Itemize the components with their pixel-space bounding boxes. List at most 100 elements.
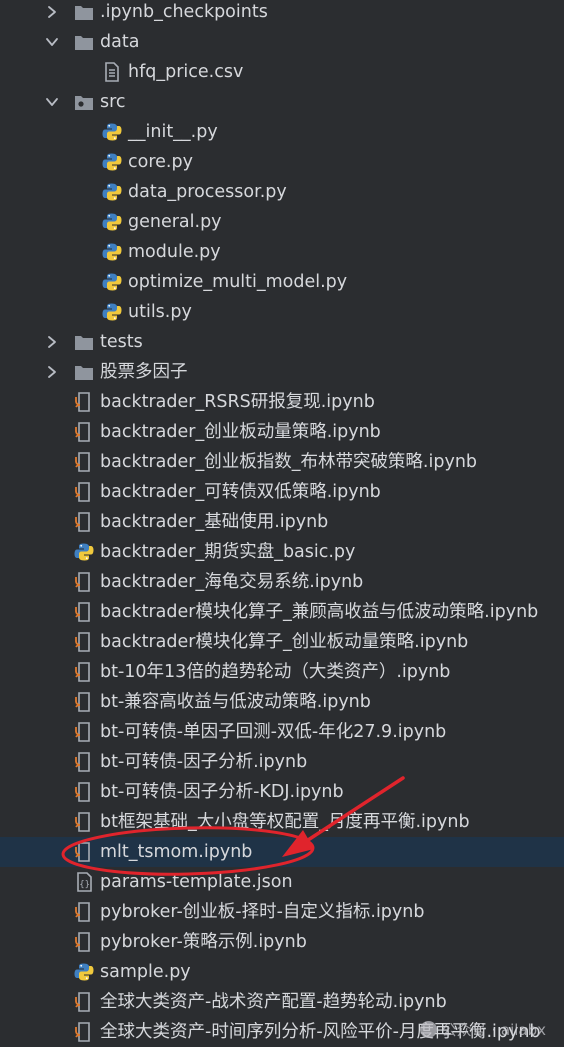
jupyter-notebook-icon [74,752,94,772]
tree-file-row[interactable]: pybroker-策略示例.ipynb [0,927,564,957]
tree-item-label: bt-可转债-因子分析.ipynb [100,752,308,772]
tree-folder-row[interactable]: data [0,27,564,57]
jupyter-notebook-icon [74,632,94,652]
jupyter-notebook-icon [74,992,94,1012]
python-file-icon [102,242,122,262]
wechat-icon [419,1021,437,1038]
python-file-icon [74,962,94,982]
tree-item-label: tests [100,332,143,352]
jupyter-notebook-icon [74,842,94,862]
jupyter-notebook-icon [74,722,94,742]
tree-file-row[interactable]: backtrader_可转债双低策略.ipynb [0,477,564,507]
tree-file-row[interactable]: backtrader_创业板动量策略.ipynb [0,417,564,447]
tree-file-row[interactable]: backtrader_海龟交易系统.ipynb [0,567,564,597]
tree-item-label: sample.py [100,962,191,982]
tree-item-label: bt-兼容高收益与低波动策略.ipynb [100,692,371,712]
tree-item-label: utils.py [128,302,192,322]
jupyter-notebook-icon [74,932,94,952]
tree-file-row[interactable]: pybroker-创业板-择时-自定义指标.ipynb [0,897,564,927]
tree-item-label: pybroker-策略示例.ipynb [100,932,307,952]
tree-item-label: data_processor.py [128,182,287,202]
svg-text:{}: {} [79,880,90,890]
text-file-icon [102,62,122,82]
chevron-down-icon[interactable] [44,94,60,110]
chevron-down-icon[interactable] [44,34,60,50]
tree-item-label: .ipynb_checkpoints [100,2,268,22]
tree-folder-row[interactable]: src [0,87,564,117]
tree-file-row[interactable]: backtrader模块化算子_兼顾高收益与低波动策略.ipynb [0,597,564,627]
tree-item-label: optimize_multi_model.py [128,272,348,292]
python-file-icon [74,542,94,562]
jupyter-notebook-icon [74,1022,94,1042]
tree-file-row[interactable]: sample.py [0,957,564,987]
tree-item-label: backtrader模块化算子_兼顾高收益与低波动策略.ipynb [100,602,539,622]
tree-file-row[interactable]: bt-可转债-因子分析.ipynb [0,747,564,777]
project-file-tree: .ipynb_checkpointsdata hfq_price.csvsrc __… [0,0,564,1046]
tree-file-row[interactable]: optimize_multi_model.py [0,267,564,297]
tree-file-row[interactable]: bt-可转债-单因子回测-双低-年化27.9.ipynb [0,717,564,747]
jupyter-notebook-icon [74,572,94,592]
python-file-icon [102,152,122,172]
tree-folder-row[interactable]: 股票多因子 [0,357,564,387]
tree-item-label: bt-可转债-因子分析-KDJ.ipynb [100,782,344,802]
tree-item-label: backtrader模块化算子_创业板动量策略.ipynb [100,632,469,652]
python-file-icon [102,212,122,232]
tree-file-row[interactable]: module.py [0,237,564,267]
python-file-icon [102,122,122,142]
tree-item-label: data [100,32,140,52]
tree-item-label: backtrader_期货实盘_basic.py [100,542,356,562]
jupyter-notebook-icon [74,812,94,832]
tree-file-row[interactable]: core.py [0,147,564,177]
jupyter-notebook-icon [74,692,94,712]
tree-item-label: backtrader_海龟交易系统.ipynb [100,572,364,592]
tree-file-row[interactable]: {} params-template.json [0,867,564,897]
jupyter-notebook-icon [74,512,94,532]
tree-file-row[interactable]: bt-10年13倍的趋势轮动（大类资产）.ipynb [0,657,564,687]
python-file-icon [102,182,122,202]
tree-file-row[interactable]: bt框架基础_大小盘等权配置_月度再平衡.ipynb [0,807,564,837]
tree-item-label: backtrader_可转债双低策略.ipynb [100,482,381,502]
tree-file-row[interactable]: 全球大类资产-战术资产配置-趋势轮动.ipynb [0,987,564,1017]
watermark: 公众号 · ailabx [419,1019,546,1040]
tree-item-label: __init__.py [128,122,218,142]
tree-item-label: module.py [128,242,221,262]
tree-file-row[interactable]: hfq_price.csv [0,57,564,87]
tree-file-row[interactable]: backtrader_创业板指数_布林带突破策略.ipynb [0,447,564,477]
tree-item-label: general.py [128,212,222,232]
jupyter-notebook-icon [74,602,94,622]
tree-file-row[interactable]: bt-可转债-因子分析-KDJ.ipynb [0,777,564,807]
tree-file-row[interactable]: data_processor.py [0,177,564,207]
jupyter-notebook-icon [74,392,94,412]
tree-folder-row[interactable]: tests [0,327,564,357]
folder-icon [74,32,94,52]
tree-item-label: backtrader_创业板动量策略.ipynb [100,422,381,442]
tree-file-row[interactable]: __init__.py [0,117,564,147]
chevron-right-icon[interactable] [44,4,60,20]
jupyter-notebook-icon [74,422,94,442]
folder-icon [74,2,94,22]
tree-file-row[interactable]: general.py [0,207,564,237]
tree-file-row[interactable]: backtrader_期货实盘_basic.py [0,537,564,567]
tree-item-label: backtrader_基础使用.ipynb [100,512,329,532]
tree-item-label: 全球大类资产-战术资产配置-趋势轮动.ipynb [100,992,447,1012]
tree-file-row[interactable]: backtrader_RSRS研报复现.ipynb [0,387,564,417]
tree-file-row[interactable]: mlt_tsmom.ipynb [0,837,564,867]
jupyter-notebook-icon [74,662,94,682]
tree-file-row[interactable]: utils.py [0,297,564,327]
tree-file-row[interactable]: backtrader模块化算子_创业板动量策略.ipynb [0,627,564,657]
tree-item-label: src [100,92,126,112]
jupyter-notebook-icon [74,452,94,472]
tree-file-row[interactable]: bt-兼容高收益与低波动策略.ipynb [0,687,564,717]
jupyter-notebook-icon [74,782,94,802]
tree-item-label: bt框架基础_大小盘等权配置_月度再平衡.ipynb [100,812,470,832]
python-file-icon [102,272,122,292]
folder-icon [74,332,94,352]
chevron-right-icon[interactable] [44,364,60,380]
python-file-icon [102,302,122,322]
tree-item-label: params-template.json [100,872,293,892]
tree-file-row[interactable]: backtrader_基础使用.ipynb [0,507,564,537]
chevron-right-icon[interactable] [44,334,60,350]
jupyter-notebook-icon [74,482,94,502]
tree-item-label: bt-10年13倍的趋势轮动（大类资产）.ipynb [100,662,451,682]
tree-folder-row[interactable]: .ipynb_checkpoints [0,0,564,27]
